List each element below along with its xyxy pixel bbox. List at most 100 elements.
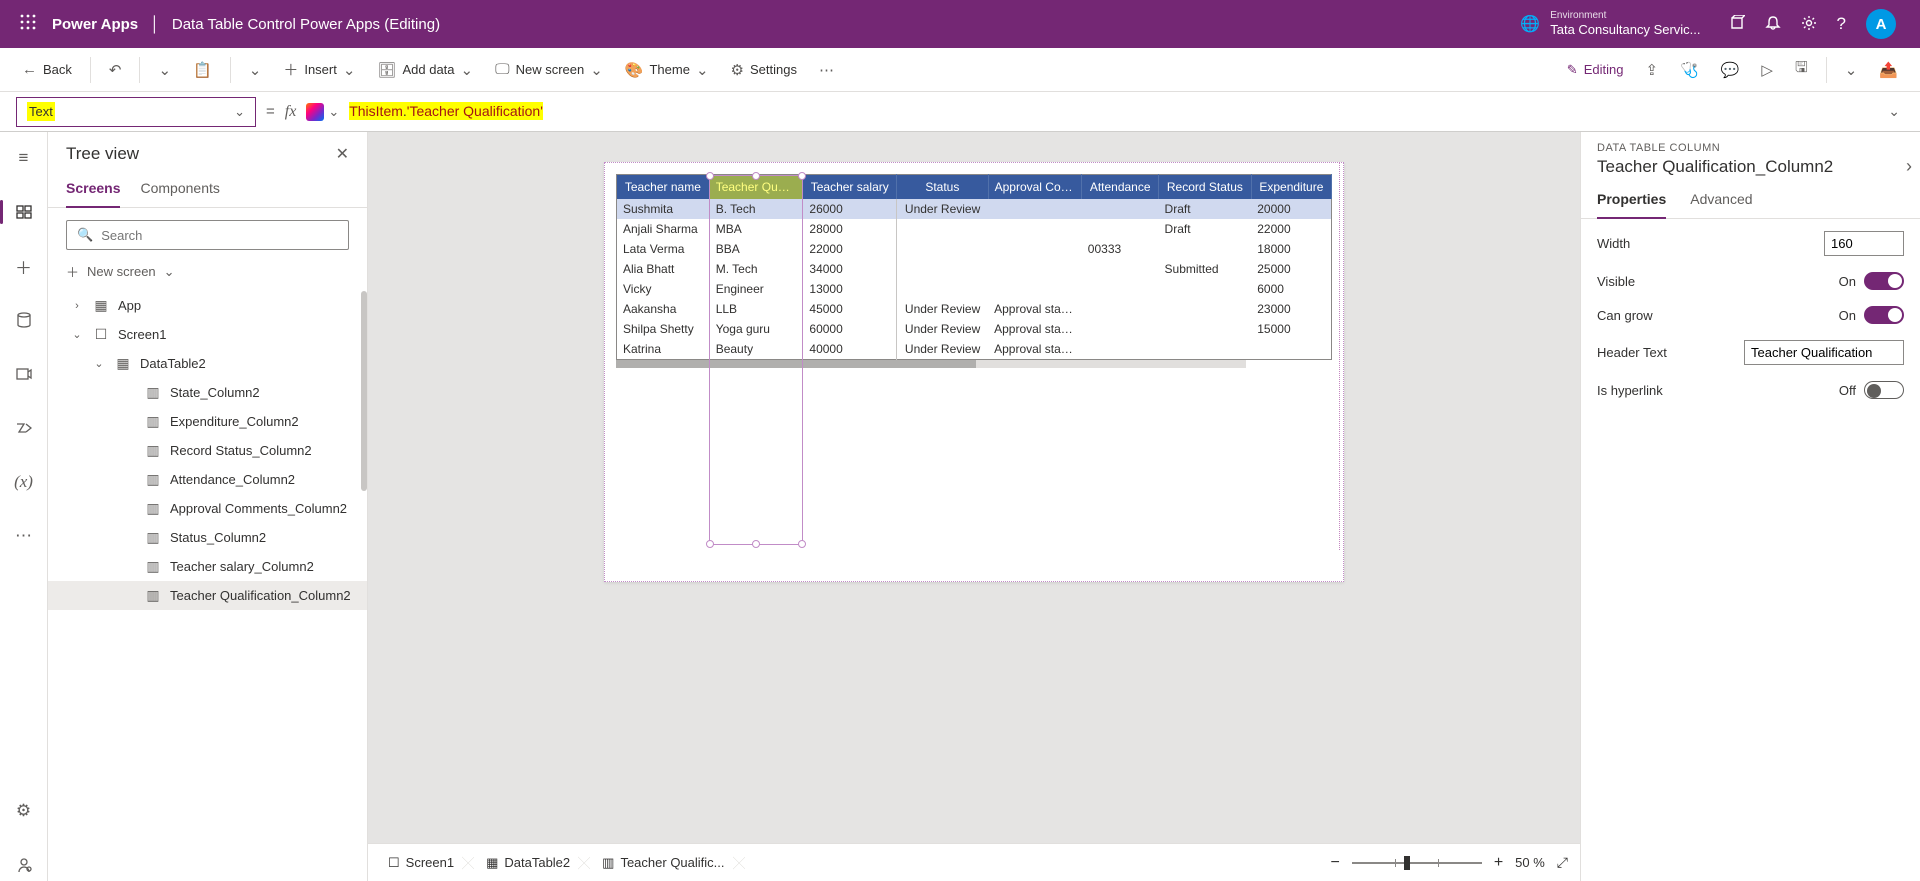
width-input[interactable] (1824, 231, 1904, 256)
insert-button[interactable]: ＋ Insert ⌄ (275, 53, 363, 86)
settings-icon[interactable] (1801, 15, 1817, 34)
copilot-icon[interactable] (1729, 15, 1745, 34)
editing-mode[interactable]: ✎ Editing (1559, 56, 1632, 84)
hamburger-icon[interactable]: ≡ (8, 142, 40, 174)
more-rail-icon[interactable]: ⋯ (8, 520, 40, 552)
table-row[interactable]: Alia BhattM. Tech34000Submitted25000 (617, 259, 1332, 279)
table-header[interactable]: Teacher name (617, 175, 710, 200)
tree-col-state[interactable]: ▥State_Column2 (48, 378, 367, 407)
publish-button[interactable]: 📤 (1871, 55, 1906, 85)
table-row[interactable]: Lata VermaBBA220000033318000 (617, 239, 1332, 259)
waffle-icon[interactable] (8, 14, 48, 35)
column-icon: ▥ (144, 558, 162, 575)
tree-view-rail-icon[interactable] (8, 196, 40, 228)
undo-button[interactable]: ↶ (101, 55, 130, 85)
new-screen-button[interactable]: 🖵 New screen ⌄ (487, 55, 611, 85)
tree-screen1[interactable]: ⌄ ☐ Screen1 (48, 320, 367, 349)
tree-col-attendance[interactable]: ▥Attendance_Column2 (48, 465, 367, 494)
tab-advanced[interactable]: Advanced (1690, 185, 1752, 218)
stethoscope-icon: 🩺 (1680, 61, 1699, 79)
zoom-in-button[interactable]: + (1494, 854, 1503, 872)
theme-button[interactable]: 🎨 Theme ⌄ (617, 55, 717, 85)
table-row[interactable]: SushmitaB. Tech26000Under ReviewDraft200… (617, 199, 1332, 219)
tab-properties[interactable]: Properties (1597, 185, 1666, 219)
zoom-slider[interactable] (1352, 862, 1482, 864)
tree-col-approval[interactable]: ▥Approval Comments_Column2 (48, 494, 367, 523)
ask-rail-icon[interactable] (8, 849, 40, 881)
power-automate-rail-icon[interactable] (8, 412, 40, 444)
settings-button[interactable]: ⚙ Settings (723, 55, 805, 85)
tree-col-status[interactable]: ▥Status_Column2 (48, 523, 367, 552)
tree-col-expenditure[interactable]: ▥Expenditure_Column2 (48, 407, 367, 436)
table-icon: ▦ (486, 855, 498, 871)
avatar[interactable]: A (1866, 9, 1896, 39)
table-row[interactable]: VickyEngineer130006000 (617, 279, 1332, 299)
back-button[interactable]: ← Back (14, 55, 80, 84)
table-header[interactable]: Expenditure (1251, 175, 1331, 200)
breadcrumb-screen[interactable]: ☐ Screen1 (380, 851, 468, 875)
notifications-icon[interactable] (1765, 15, 1781, 34)
table-cell: Yoga guru (709, 319, 803, 339)
tree-col-record-status[interactable]: ▥Record Status_Column2 (48, 436, 367, 465)
table-row[interactable]: Shilpa ShettyYoga guru60000Under ReviewA… (617, 319, 1332, 339)
table-row[interactable]: Anjali SharmaMBA28000Draft22000 (617, 219, 1332, 239)
zoom-out-button[interactable]: − (1330, 854, 1339, 872)
table-cell: Engineer (709, 279, 803, 299)
table-row[interactable]: KatrinaBeauty40000Under ReviewApproval s… (617, 339, 1332, 360)
tree-col-salary[interactable]: ▥Teacher salary_Column2 (48, 552, 367, 581)
tree-col-qualification[interactable]: ▥Teacher Qualification_Column2 (48, 581, 367, 610)
table-horizontal-scrollbar[interactable] (616, 360, 1246, 368)
tree-datatable[interactable]: ⌄ ▦ DataTable2 (48, 349, 367, 378)
variables-rail-icon[interactable]: (x) (8, 466, 40, 498)
new-screen-tree-button[interactable]: ＋ New screen ⌄ (66, 262, 349, 281)
breadcrumb-column[interactable]: ▥ Teacher Qualific... (594, 851, 738, 875)
visible-toggle[interactable] (1864, 272, 1904, 290)
add-data-button[interactable]: 🗄 Add data ⌄ (369, 55, 481, 85)
undo-menu[interactable]: ⌄ (150, 55, 179, 85)
tree-app[interactable]: › ▦ App (48, 291, 367, 320)
share-button[interactable]: ⇪ (1637, 55, 1666, 85)
tree-scrollbar[interactable] (361, 291, 367, 881)
data-rail-icon[interactable] (8, 304, 40, 336)
table-cell: 13000 (803, 279, 897, 299)
hyperlink-toggle[interactable] (1864, 381, 1904, 399)
table-cell: Approval started... (988, 339, 1082, 360)
media-rail-icon[interactable] (8, 358, 40, 390)
table-header[interactable]: Record Status (1159, 175, 1252, 200)
paste-button[interactable]: 📋 (185, 55, 220, 85)
expand-formula-icon[interactable]: ⌄ (1884, 99, 1904, 124)
expand-pane-icon[interactable]: › (1906, 156, 1912, 177)
paste-menu[interactable]: ⌄ (241, 55, 270, 85)
fit-screen-icon[interactable]: ⤢ (1557, 854, 1568, 871)
search-input[interactable] (101, 228, 338, 243)
table-header[interactable]: Approval Comm... (988, 175, 1082, 200)
cangrow-toggle[interactable] (1864, 306, 1904, 324)
table-row[interactable]: AakanshaLLB45000Under ReviewApproval sta… (617, 299, 1332, 319)
help-icon[interactable]: ? (1837, 14, 1846, 34)
property-selector[interactable]: Text ⌄ (16, 97, 256, 127)
data-table[interactable]: Teacher nameTeacher Qualific...Teacher s… (616, 174, 1332, 360)
tab-screens[interactable]: Screens (66, 174, 120, 208)
tree-search[interactable]: 🔍 (66, 220, 349, 250)
header-text-input[interactable] (1744, 340, 1904, 365)
save-button[interactable]: 🖫 (1787, 51, 1816, 88)
preview-button[interactable]: ▷ (1753, 55, 1781, 85)
table-header[interactable]: Teacher salary (803, 175, 897, 200)
environment-picker[interactable]: 🌐 Environment Tata Consultancy Servic... (1520, 10, 1700, 38)
app-checker-button[interactable]: 🩺 (1672, 55, 1707, 85)
cangrow-state: On (1839, 308, 1856, 323)
insert-rail-icon[interactable]: ＋ (8, 250, 40, 282)
close-panel-icon[interactable]: ✕ (336, 144, 349, 164)
formula-input[interactable]: ThisItem.'Teacher Qualification' (349, 103, 1874, 120)
copilot-fx-icon[interactable]: ⌄ (306, 103, 339, 121)
tab-components[interactable]: Components (140, 174, 219, 207)
table-header[interactable]: Attendance (1082, 175, 1159, 200)
save-menu[interactable]: ⌄ (1837, 55, 1866, 85)
table-header[interactable]: Status (897, 175, 988, 200)
table-header[interactable]: Teacher Qualific... (709, 175, 803, 200)
more-button[interactable]: ⋯ (811, 55, 842, 85)
breadcrumb-table[interactable]: ▦ DataTable2 (478, 851, 584, 875)
comments-button[interactable]: 💬 (1713, 55, 1748, 85)
canvas[interactable]: Teacher nameTeacher Qualific...Teacher s… (604, 162, 1344, 582)
settings-rail-icon[interactable]: ⚙ (8, 795, 40, 827)
